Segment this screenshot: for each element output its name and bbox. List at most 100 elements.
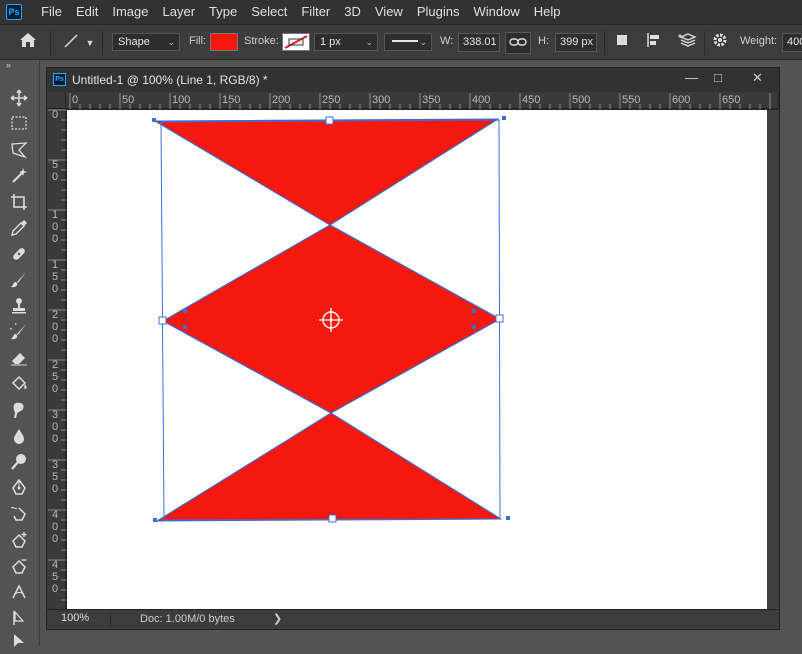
path-alignment-icon[interactable] (644, 32, 664, 54)
close-icon[interactable]: ✕ (752, 70, 763, 86)
photoshop-document-icon: Ps (53, 73, 66, 86)
path-operations-icon[interactable] (612, 32, 632, 54)
chevron-down-icon: ⌄ (365, 37, 373, 47)
menu-filter[interactable]: Filter (294, 0, 337, 24)
ruler-label: 5 (52, 471, 58, 483)
add-anchor-point-tool-icon[interactable] (8, 531, 30, 553)
status-menu-arrow-icon[interactable]: ❯ (273, 612, 282, 625)
collapse-panel-icon[interactable]: » (6, 60, 11, 70)
ruler-label: 0 (52, 109, 58, 121)
photoshop-logo-icon[interactable]: Ps (6, 4, 22, 20)
menu-file[interactable]: File (34, 0, 69, 24)
link-dimensions-icon[interactable] (505, 32, 531, 54)
menu-help[interactable]: Help (527, 0, 568, 24)
ruler-label: 0 (52, 221, 58, 233)
ruler-label: 0 (52, 283, 58, 295)
dodge-tool-icon[interactable] (8, 453, 30, 475)
anchor-point[interactable] (506, 516, 510, 520)
crop-tool-icon[interactable] (8, 193, 30, 215)
anchor-point[interactable] (472, 325, 476, 329)
menu-view[interactable]: View (368, 0, 410, 24)
menu-bar: Ps File Edit Image Layer Type Select Fil… (0, 0, 802, 24)
line-tool-preset-icon[interactable] (60, 32, 82, 54)
horizontal-ruler[interactable]: 0 50 100 150 200 250 300 350 400 450 500 550 600 650 (66, 92, 778, 109)
paint-bucket-tool-icon[interactable] (8, 375, 30, 397)
chevron-down-icon[interactable]: ▼ (84, 33, 96, 53)
ruler-label: 0 (52, 233, 58, 245)
ruler-label: 0 (72, 94, 78, 106)
stroke-line-icon (392, 40, 418, 42)
zoom-level-field[interactable]: 100% (51, 612, 111, 627)
smudge-tool-icon[interactable] (8, 401, 30, 423)
menu-type[interactable]: Type (202, 0, 244, 24)
menu-edit[interactable]: Edit (69, 0, 105, 24)
anchor-point[interactable] (502, 116, 506, 120)
move-tool-icon[interactable] (8, 89, 30, 111)
direct-selection-tool-icon[interactable] (8, 632, 30, 654)
shape-mode-select[interactable]: Shape ⌄ (112, 33, 180, 51)
ruler-label: 550 (622, 94, 640, 106)
anchor-point[interactable] (152, 118, 156, 122)
menu-plugins[interactable]: Plugins (410, 0, 467, 24)
maximize-icon[interactable]: □ (714, 70, 722, 85)
artwork[interactable] (67, 110, 767, 610)
ruler-label: 0 (52, 171, 58, 183)
ruler-label: 450 (522, 94, 540, 106)
menu-window[interactable]: Window (466, 0, 526, 24)
transform-handle-right[interactable] (495, 314, 504, 323)
shape-top-triangle[interactable] (153, 118, 500, 226)
ruler-label: 250 (322, 94, 340, 106)
delete-anchor-point-tool-icon[interactable] (8, 557, 30, 579)
vertical-ruler[interactable]: 050100150200250300350400450 (47, 109, 66, 611)
menu-3d[interactable]: 3D (337, 0, 368, 24)
history-brush-tool-icon[interactable] (7, 320, 30, 345)
fill-color-swatch[interactable] (210, 33, 238, 51)
ruler-label: 2 (52, 309, 58, 321)
eyedropper-tool-icon[interactable] (8, 219, 30, 241)
canvas-area[interactable] (67, 110, 767, 610)
gear-icon[interactable] (710, 32, 730, 54)
anchor-point[interactable] (153, 518, 157, 522)
transform-handle-bottom[interactable] (328, 514, 337, 523)
ruler-label: 0 (52, 583, 58, 595)
ruler-label: 0 (52, 333, 58, 345)
transform-handle-top[interactable] (325, 116, 334, 125)
ruler-label: 4 (52, 559, 58, 571)
stroke-width-select[interactable]: 1 px ⌄ (314, 33, 378, 51)
document-tab[interactable]: Ps Untitled-1 @ 100% (Line 1, RGB/8) * —… (47, 68, 779, 92)
anchor-point[interactable] (472, 309, 476, 313)
brush-tool-icon[interactable] (8, 271, 30, 293)
menu-layer[interactable]: Layer (156, 0, 203, 24)
eraser-tool-icon[interactable] (8, 349, 30, 371)
stroke-type-select[interactable]: ⌄ (384, 33, 432, 51)
anchor-point[interactable] (183, 309, 187, 313)
canvas[interactable] (67, 110, 767, 610)
minimize-icon[interactable]: — (685, 70, 698, 85)
healing-brush-tool-icon[interactable] (8, 245, 30, 267)
path-selection-tool-icon[interactable] (8, 609, 30, 631)
tools-panel: » (0, 60, 40, 647)
anchor-point[interactable] (183, 325, 187, 329)
height-input[interactable]: 399 px (555, 33, 597, 52)
menu-image[interactable]: Image (105, 0, 155, 24)
menu-select[interactable]: Select (244, 0, 294, 24)
ruler-label: 3 (52, 459, 58, 471)
stroke-color-swatch[interactable] (282, 33, 310, 51)
shape-bottom-triangle[interactable] (155, 412, 503, 522)
vertical-scrollbar[interactable] (767, 110, 779, 609)
magic-wand-tool-icon[interactable] (8, 167, 30, 189)
freeform-pen-tool-icon[interactable] (8, 505, 30, 527)
blur-tool-icon[interactable] (8, 427, 30, 449)
path-arrangement-icon[interactable] (677, 32, 699, 54)
pen-tool-icon[interactable] (8, 478, 30, 501)
weight-input[interactable]: 400 (782, 33, 802, 52)
ruler-label: 2 (52, 359, 58, 371)
transform-handle-left[interactable] (158, 316, 167, 325)
home-icon[interactable] (16, 32, 40, 54)
clone-stamp-tool-icon[interactable] (8, 297, 30, 319)
convert-point-tool-icon[interactable] (8, 583, 30, 605)
lasso-tool-icon[interactable] (8, 141, 30, 163)
marquee-tool-icon[interactable] (8, 115, 30, 137)
width-input[interactable]: 338.01 p (458, 33, 500, 52)
ruler-origin[interactable] (47, 92, 66, 109)
